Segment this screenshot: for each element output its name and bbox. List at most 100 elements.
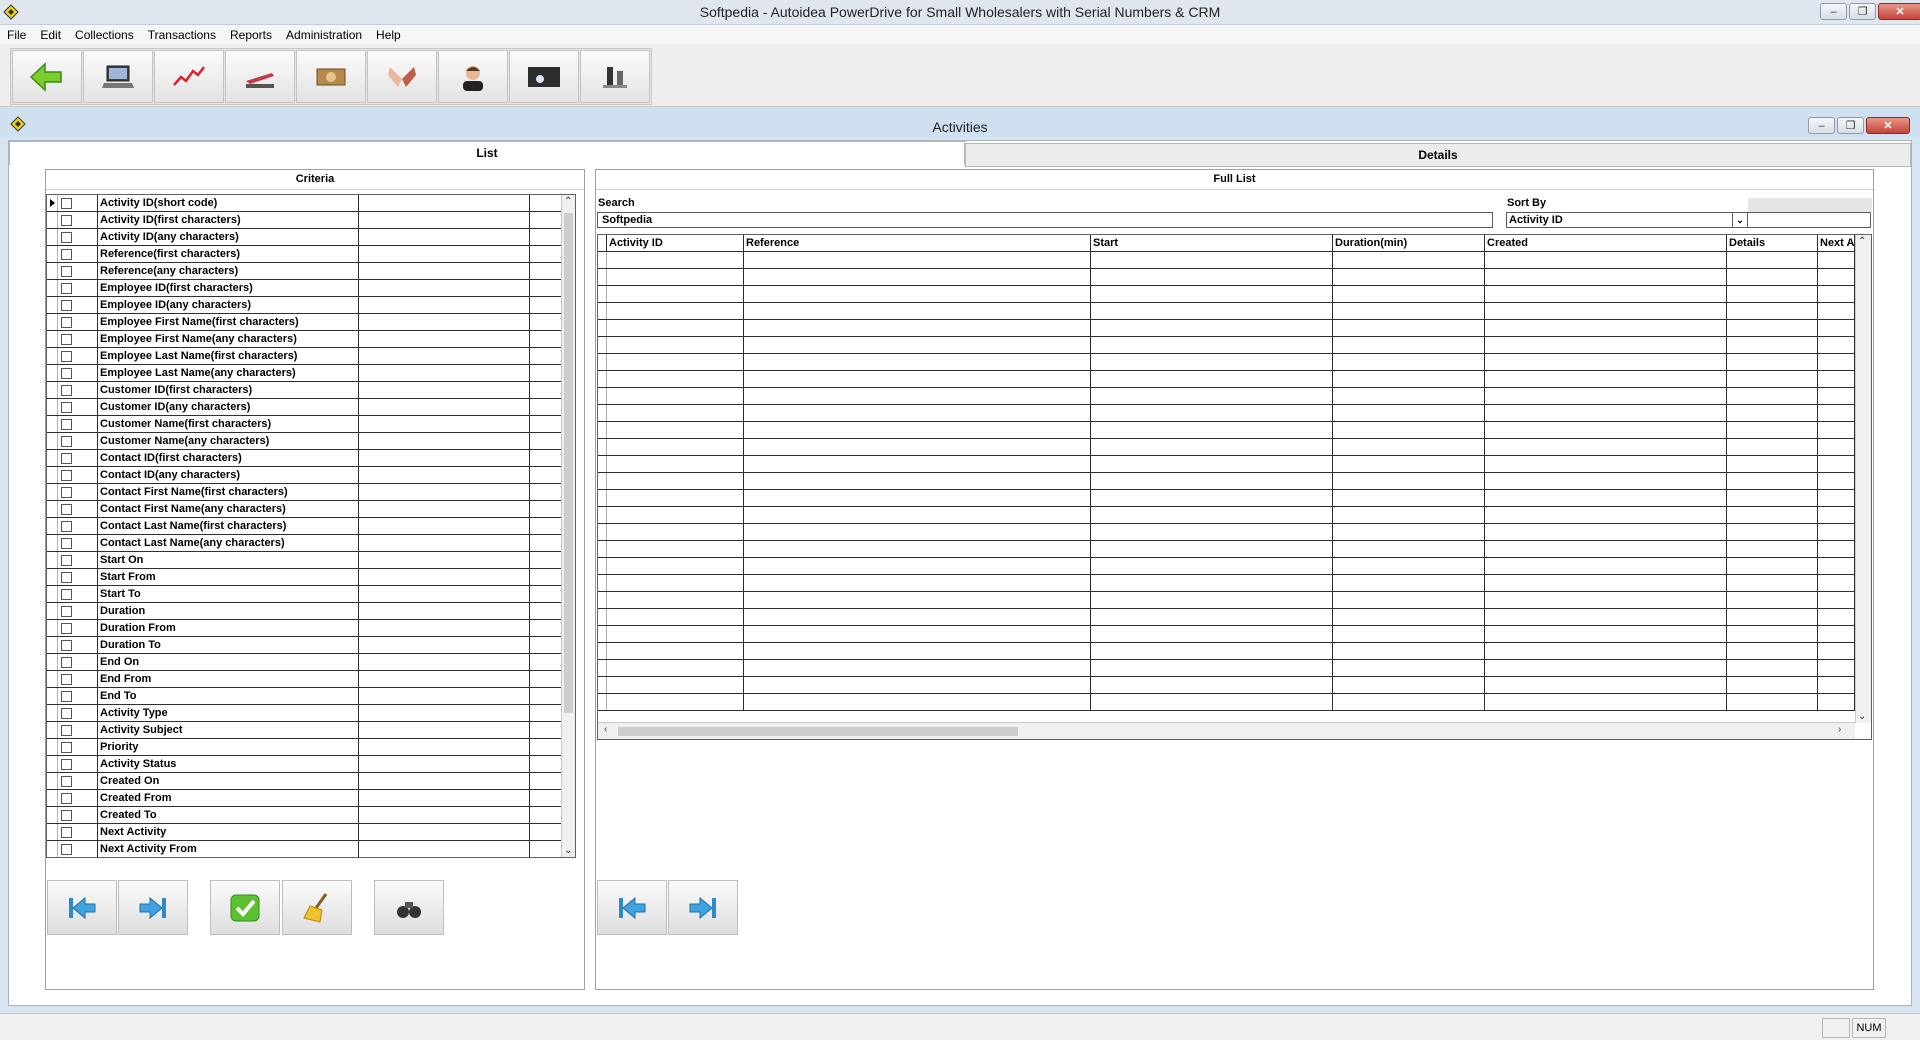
- criteria-checkbox[interactable]: [61, 724, 72, 736]
- criteria-checkbox-cell[interactable]: [58, 399, 98, 415]
- results-vertical-scrollbar[interactable]: ⌃ ⌄: [1855, 235, 1871, 723]
- criteria-row[interactable]: Contact ID(first characters): [47, 450, 575, 467]
- criteria-value-cell[interactable]: [359, 824, 530, 840]
- criteria-checkbox-cell[interactable]: [58, 246, 98, 262]
- toolbar-support-button[interactable]: [438, 50, 508, 103]
- criteria-checkbox-cell[interactable]: [58, 569, 98, 585]
- criteria-value-cell[interactable]: [359, 790, 530, 806]
- scroll-up-icon[interactable]: ⌃: [564, 196, 572, 207]
- criteria-row[interactable]: End To: [47, 688, 575, 705]
- criteria-row[interactable]: Start On: [47, 552, 575, 569]
- criteria-extra-cell[interactable]: [530, 195, 563, 211]
- column-start[interactable]: Start: [1091, 235, 1333, 251]
- criteria-row[interactable]: End On: [47, 654, 575, 671]
- criteria-checkbox[interactable]: [61, 367, 72, 379]
- menu-transactions[interactable]: Transactions: [141, 28, 223, 42]
- table-row[interactable]: [598, 320, 1871, 337]
- criteria-value-cell[interactable]: [359, 501, 530, 517]
- criteria-value-cell[interactable]: [359, 671, 530, 687]
- criteria-checkbox[interactable]: [61, 401, 72, 413]
- criteria-checkbox-cell[interactable]: [58, 212, 98, 228]
- criteria-checkbox-cell[interactable]: [58, 195, 98, 211]
- criteria-row[interactable]: Activity ID(first characters): [47, 212, 575, 229]
- criteria-extra-cell[interactable]: [530, 382, 563, 398]
- criteria-row[interactable]: Start From: [47, 569, 575, 586]
- criteria-row[interactable]: Next Activity From: [47, 841, 575, 857]
- criteria-row[interactable]: Reference(any characters): [47, 263, 575, 280]
- criteria-row[interactable]: Activity Subject: [47, 722, 575, 739]
- criteria-row[interactable]: Start To: [47, 586, 575, 603]
- criteria-row[interactable]: Activity Type: [47, 705, 575, 722]
- sort-by-extra-field[interactable]: [1748, 212, 1871, 228]
- criteria-extra-cell[interactable]: [530, 331, 563, 347]
- criteria-checkbox[interactable]: [61, 503, 72, 515]
- criteria-checkbox[interactable]: [61, 588, 72, 600]
- criteria-value-cell[interactable]: [359, 603, 530, 619]
- criteria-row[interactable]: Customer ID(any characters): [47, 399, 575, 416]
- toolbar-keyboard-button[interactable]: [509, 50, 579, 103]
- toolbar-handshake-button[interactable]: [367, 50, 437, 103]
- scroll-down-icon[interactable]: ⌄: [564, 845, 572, 856]
- menu-file[interactable]: File: [0, 28, 33, 42]
- table-row[interactable]: [598, 286, 1871, 303]
- criteria-extra-cell[interactable]: [530, 399, 563, 415]
- criteria-checkbox[interactable]: [61, 741, 72, 753]
- criteria-value-cell[interactable]: [359, 722, 530, 738]
- criteria-checkbox[interactable]: [61, 843, 72, 855]
- criteria-checkbox-cell[interactable]: [58, 671, 98, 687]
- criteria-checkbox[interactable]: [61, 265, 72, 277]
- criteria-extra-cell[interactable]: [530, 212, 563, 228]
- criteria-extra-cell[interactable]: [530, 603, 563, 619]
- criteria-checkbox-cell[interactable]: [58, 331, 98, 347]
- criteria-checkbox[interactable]: [61, 486, 72, 498]
- results-horizontal-scrollbar[interactable]: ‹ ›: [598, 722, 1855, 739]
- criteria-checkbox[interactable]: [61, 435, 72, 447]
- criteria-checkbox[interactable]: [61, 639, 72, 651]
- table-row[interactable]: [598, 541, 1871, 558]
- criteria-checkbox[interactable]: [61, 673, 72, 685]
- criteria-value-cell[interactable]: [359, 365, 530, 381]
- column-details[interactable]: Details: [1727, 235, 1818, 251]
- toolbar-pos-button[interactable]: [83, 50, 153, 103]
- criteria-row[interactable]: Activity Status: [47, 756, 575, 773]
- criteria-value-cell[interactable]: [359, 280, 530, 296]
- tab-details[interactable]: Details: [965, 143, 1911, 167]
- criteria-checkbox[interactable]: [61, 537, 72, 549]
- minimize-button[interactable]: ‒: [1820, 3, 1847, 20]
- criteria-value-cell[interactable]: [359, 399, 530, 415]
- restore-button[interactable]: ❐: [1849, 3, 1876, 20]
- criteria-checkbox[interactable]: [61, 775, 72, 787]
- criteria-row[interactable]: Contact First Name(first characters): [47, 484, 575, 501]
- criteria-checkbox[interactable]: [61, 299, 72, 311]
- criteria-checkbox-cell[interactable]: [58, 824, 98, 840]
- criteria-checkbox-cell[interactable]: [58, 739, 98, 755]
- criteria-first-button[interactable]: [47, 880, 117, 935]
- criteria-extra-cell[interactable]: [530, 535, 563, 551]
- criteria-checkbox-cell[interactable]: [58, 756, 98, 772]
- criteria-row[interactable]: Duration From: [47, 620, 575, 637]
- criteria-value-cell[interactable]: [359, 688, 530, 704]
- criteria-extra-cell[interactable]: [530, 246, 563, 262]
- chevron-down-icon[interactable]: ⌄: [1732, 213, 1747, 227]
- criteria-checkbox[interactable]: [61, 282, 72, 294]
- column-reference[interactable]: Reference: [744, 235, 1091, 251]
- find-button[interactable]: [374, 880, 444, 935]
- column-next-activity[interactable]: Next A: [1818, 235, 1855, 251]
- table-row[interactable]: [598, 558, 1871, 575]
- toolbar-back-button[interactable]: [12, 50, 82, 103]
- criteria-extra-cell[interactable]: [530, 484, 563, 500]
- criteria-checkbox-cell[interactable]: [58, 535, 98, 551]
- criteria-row[interactable]: Contact First Name(any characters): [47, 501, 575, 518]
- criteria-last-button[interactable]: [118, 880, 188, 935]
- criteria-value-cell[interactable]: [359, 382, 530, 398]
- criteria-checkbox-cell[interactable]: [58, 586, 98, 602]
- menu-administration[interactable]: Administration: [279, 28, 369, 42]
- criteria-value-cell[interactable]: [359, 297, 530, 313]
- criteria-extra-cell[interactable]: [530, 433, 563, 449]
- criteria-checkbox-cell[interactable]: [58, 229, 98, 245]
- scroll-left-icon[interactable]: ‹: [604, 724, 607, 735]
- criteria-row[interactable]: Employee ID(first characters): [47, 280, 575, 297]
- criteria-value-cell[interactable]: [359, 450, 530, 466]
- criteria-row[interactable]: Created On: [47, 773, 575, 790]
- criteria-row[interactable]: Employee Last Name(first characters): [47, 348, 575, 365]
